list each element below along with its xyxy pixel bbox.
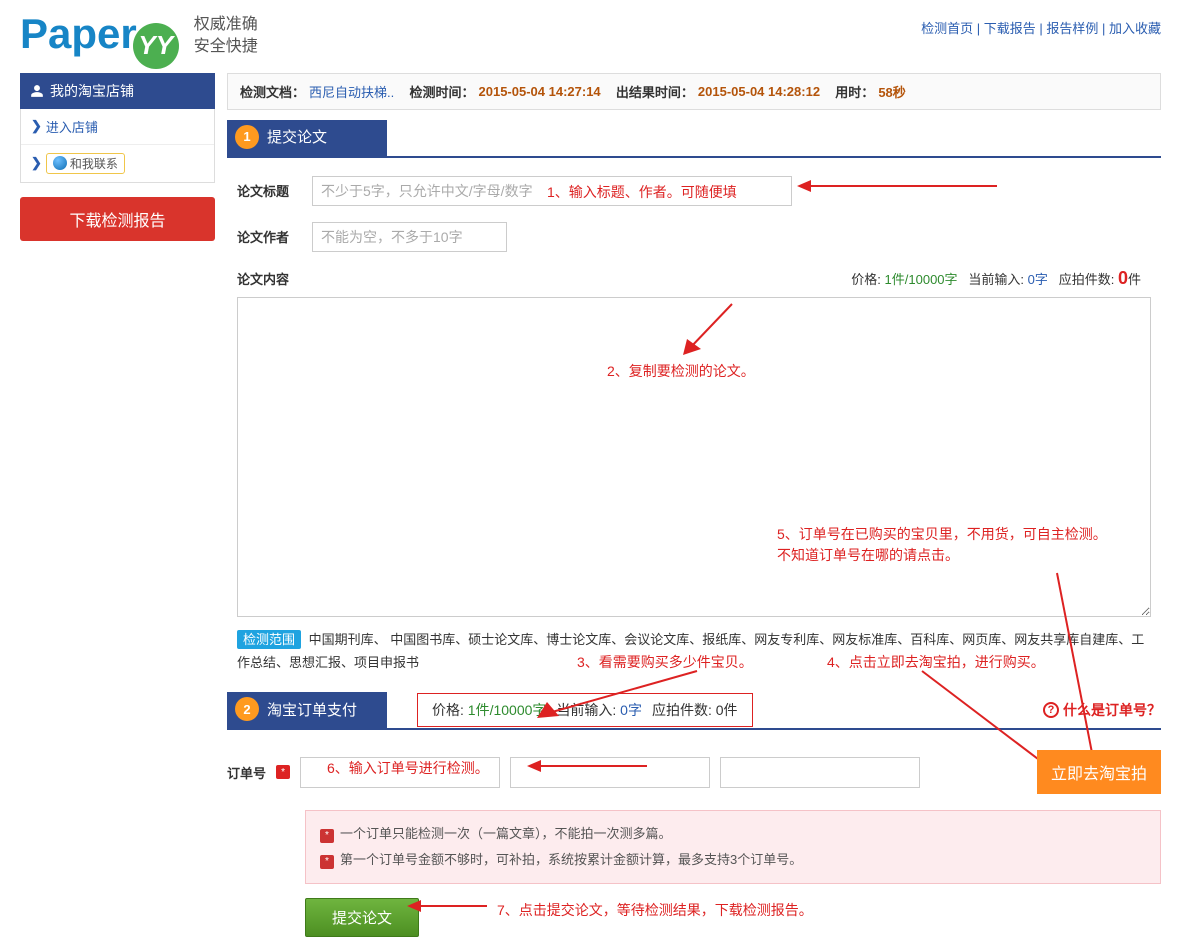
wangwang-icon bbox=[53, 156, 67, 170]
annotation-1: 1、输入标题、作者。可随便填 bbox=[547, 182, 737, 202]
duration: 58秒 bbox=[878, 82, 905, 101]
nav-download[interactable]: 下载报告 bbox=[984, 21, 1036, 36]
warning-line: 一个订单只能检测一次（一篇文章），不能拍一次测多篇。 bbox=[340, 826, 672, 841]
annotation-6: 6、输入订单号进行检测。 bbox=[327, 758, 489, 778]
count-value: 0 bbox=[1118, 268, 1128, 288]
author-input[interactable] bbox=[312, 222, 507, 252]
user-icon bbox=[30, 84, 44, 98]
step-number-badge: 1 bbox=[235, 125, 259, 149]
chevron-right-icon: ❯ bbox=[31, 155, 42, 171]
download-report-button[interactable]: 下载检测报告 bbox=[20, 197, 215, 241]
slogan: 权威准确 安全快捷 bbox=[194, 14, 258, 59]
price-label: 价格: bbox=[432, 702, 464, 718]
nav-favorite[interactable]: 加入收藏 bbox=[1109, 21, 1161, 36]
count-value: 0 bbox=[716, 702, 724, 718]
go-taobao-button[interactable]: 立即去淘宝拍 bbox=[1037, 750, 1161, 794]
detect-time: 2015-05-04 14:27:14 bbox=[479, 84, 601, 99]
detect-time-label: 检测时间： bbox=[409, 82, 474, 101]
result-time: 2015-05-04 14:28:12 bbox=[698, 84, 820, 99]
annotation-7: 7、点击提交论文，等待检测结果，下载检测报告。 bbox=[497, 900, 813, 920]
current-label: 当前输入: bbox=[556, 702, 616, 718]
order-input-3[interactable] bbox=[720, 757, 920, 788]
step2-header: 2 淘宝订单支付 bbox=[227, 692, 387, 728]
help-what-is-order[interactable]: ? 什么是订单号？ bbox=[1043, 700, 1161, 720]
annotation-4: 4、点击立即去淘宝拍，进行购买。 bbox=[827, 650, 1045, 675]
contact-badge: 和我联系 bbox=[46, 153, 125, 174]
stats-box: 价格: 1件/10000字 当前输入: 0字 应拍件数: 0件 bbox=[417, 693, 753, 727]
submit-button[interactable]: 提交论文 bbox=[305, 898, 419, 937]
bullet-icon: * bbox=[320, 855, 334, 869]
chevron-right-icon: ❯ bbox=[31, 118, 42, 134]
sidebar-title: 我的淘宝店铺 bbox=[50, 81, 134, 101]
title-label: 论文标题 bbox=[237, 181, 312, 200]
current-value: 0字 bbox=[620, 702, 642, 718]
nav-sample[interactable]: 报告样例 bbox=[1046, 21, 1098, 36]
warning-box: * 一个订单只能检测一次（一篇文章），不能拍一次测多篇。 * 第一个订单号金额不够时… bbox=[305, 810, 1161, 884]
info-bar: 检测文档： 西尼自动扶梯.. 检测时间： 2015-05-04 14:27:14… bbox=[227, 73, 1161, 110]
result-time-label: 出结果时间： bbox=[616, 82, 694, 101]
sidebar-enter-shop[interactable]: ❯ 进入店铺 bbox=[21, 109, 214, 145]
step1-header: 1 提交论文 bbox=[227, 120, 387, 156]
bullet-icon: * bbox=[320, 829, 334, 843]
order-input-2[interactable] bbox=[510, 757, 710, 788]
sidebar-item-label: 进入店铺 bbox=[46, 117, 98, 136]
annotation-3: 3、看需要购买多少件宝贝。 bbox=[577, 650, 753, 675]
step-number-badge: 2 bbox=[235, 697, 259, 721]
author-label: 论文作者 bbox=[237, 227, 312, 246]
price-value: 1件/10000字 bbox=[468, 702, 547, 718]
sidebar-contact[interactable]: ❯ 和我联系 bbox=[21, 145, 214, 182]
logo-text: Paper bbox=[20, 10, 137, 57]
step-title: 淘宝订单支付 bbox=[267, 699, 371, 720]
nav-home[interactable]: 检测首页 bbox=[921, 21, 973, 36]
stats: 价格: 1件/10000字 当前输入: 0字 应拍件数: 0件 bbox=[851, 268, 1141, 289]
top-nav: 检测首页 | 下载报告 | 报告样例 | 加入收藏 bbox=[921, 10, 1161, 37]
annotation-5: 5、订单号在已购买的宝贝里，不用货，可自主检测。 不知道订单号在哪的请点击。 bbox=[777, 524, 1107, 566]
annotation-line: 不知道订单号在哪的请点击。 bbox=[777, 547, 959, 563]
sidebar-item-label: 和我联系 bbox=[70, 155, 118, 172]
content-label: 论文内容 bbox=[237, 269, 312, 288]
question-icon: ? bbox=[1043, 702, 1059, 718]
help-text: 什么是订单号？ bbox=[1063, 700, 1161, 720]
annotation-2: 2、复制要检测的论文。 bbox=[607, 361, 755, 381]
logo: PaperYY 权威准确 安全快捷 bbox=[20, 10, 258, 63]
required-icon: * bbox=[276, 765, 290, 779]
count-unit: 件 bbox=[1128, 272, 1141, 287]
price-label: 价格: bbox=[851, 272, 881, 287]
annotation-line: 5、订单号在已购买的宝贝里，不用货，可自主检测。 bbox=[777, 526, 1107, 542]
warning-line: 第一个订单号金额不够时，可补拍，系统按累计金额计算，最多支持3个订单号。 bbox=[340, 852, 802, 867]
scope-tag: 检测范围 bbox=[237, 630, 301, 649]
step-title: 提交论文 bbox=[267, 126, 341, 147]
slogan-line: 权威准确 bbox=[194, 14, 258, 36]
duration-label: 用时： bbox=[835, 82, 874, 101]
price-value: 1件/10000字 bbox=[885, 272, 958, 287]
slogan-line: 安全快捷 bbox=[194, 36, 258, 58]
sidebar-header: 我的淘宝店铺 bbox=[20, 73, 215, 109]
logo-badge: YY bbox=[133, 23, 179, 69]
count-label: 应拍件数: bbox=[1059, 272, 1115, 287]
current-label: 当前输入: bbox=[968, 272, 1024, 287]
doc-label: 检测文档： bbox=[240, 82, 305, 101]
content-textarea[interactable] bbox=[237, 297, 1151, 617]
doc-name[interactable]: 西尼自动扶梯.. bbox=[309, 82, 394, 101]
current-value: 0字 bbox=[1028, 272, 1048, 287]
count-unit: 件 bbox=[724, 702, 738, 718]
arrow-icon bbox=[797, 174, 997, 198]
count-label: 应拍件数: bbox=[652, 702, 712, 718]
order-label: 订单号 bbox=[227, 763, 266, 782]
